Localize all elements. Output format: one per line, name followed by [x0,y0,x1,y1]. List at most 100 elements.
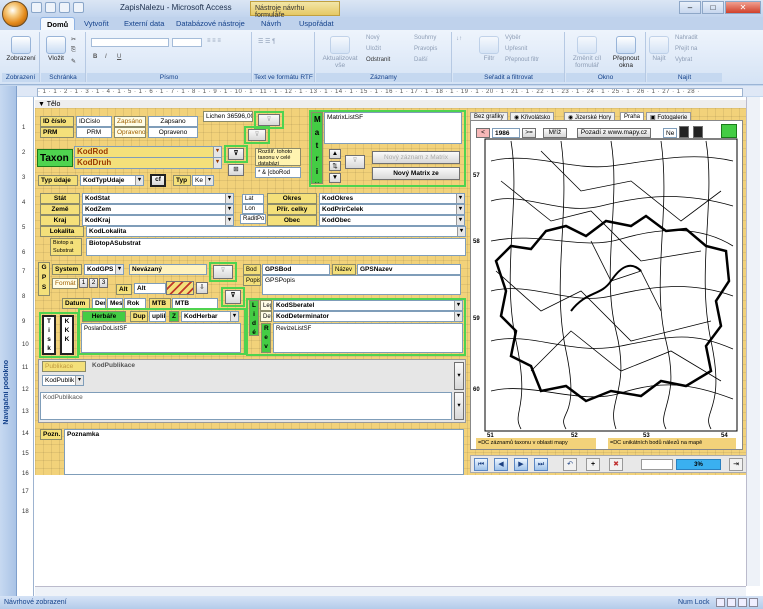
lon-field[interactable]: Lon [242,204,264,214]
bold-icon[interactable]: B [93,54,97,60]
matrix-sort-button[interactable]: ⇅ [329,161,341,171]
switch-windows-button[interactable]: Přepnout okna [608,36,644,69]
record-search-field[interactable] [641,459,673,470]
more-button[interactable]: Další [414,57,428,63]
maximize-button[interactable]: □ [702,1,724,14]
tab-arrange[interactable]: Uspořádat [293,17,340,31]
leg-field[interactable]: KodSberatel ▾ [273,300,463,311]
gps-filter-button[interactable]: ⊽ [213,265,233,279]
customize-qat-icon[interactable] [73,2,84,13]
dup-field[interactable]: uplik [149,311,166,322]
view-button[interactable]: Zobrazení [6,36,36,62]
nevazany-field[interactable]: Nevázaný [129,264,207,275]
goto-button[interactable]: Přejít na [675,46,697,52]
herbar-field[interactable]: KodHerbar ▾ [181,311,239,322]
bod-field[interactable]: GPSBod [262,264,330,275]
year-field[interactable]: 1986 [492,128,520,138]
advanced-filter-button[interactable]: Upřesnit [505,46,527,52]
tab-create[interactable]: Vytvořit [78,17,115,31]
copy-icon[interactable]: ⎘ [71,47,76,54]
kraj-field[interactable]: KodKraj ▾ [82,215,234,226]
kodpublikace3-field[interactable]: KodPublikace [40,392,452,420]
view-switcher[interactable] [716,598,758,607]
tab-external-data[interactable]: Externí data [118,17,170,31]
filter-icon-button[interactable]: ⊽ [258,114,280,126]
cut-icon[interactable]: ✂ [71,36,76,43]
first-record-button[interactable]: ⏮ [474,458,488,471]
pozn-field[interactable]: Poznamka [64,429,464,475]
matrix-up-button[interactable]: ▲ [329,149,341,159]
taxon-calc-button[interactable]: ⊞ [228,164,244,176]
tab-home[interactable]: Domů [40,17,76,31]
typ-udaje-field[interactable]: KodTypUdaje ▾ [80,175,144,186]
format-1-button[interactable]: 1 [79,278,88,288]
save-icon[interactable] [31,2,42,13]
find-button[interactable]: Najít [649,36,669,62]
selection-button[interactable]: Výběr [505,35,521,41]
koddruh-field[interactable]: KodDruh ▾ [74,157,222,169]
radit-field[interactable]: RaditPo [240,214,266,224]
spelling-button[interactable]: Pravopis [414,46,437,52]
underline-icon[interactable]: U [117,54,121,60]
paste-button[interactable]: Vložit [44,36,68,62]
zeme-field[interactable]: KodZem ▾ [82,204,234,215]
cborod-field[interactable]: * & [cboRod [255,167,301,178]
undo-icon[interactable] [45,2,56,13]
minimize-button[interactable]: – [679,1,701,14]
format-2-button[interactable]: 2 [89,278,98,288]
new-matrix-ze-button[interactable]: Nový Matrix ze [372,167,460,180]
kkk-button[interactable]: K K K [60,315,74,355]
font-name-select[interactable] [91,38,169,47]
sort-icons[interactable]: ↓↑ [456,36,462,42]
new-record-button[interactable]: Nový [366,35,380,41]
kodpublikace2-field[interactable]: KodPublik ▾ [42,375,84,386]
next-record-button[interactable]: ▶ [514,458,528,471]
cf-button[interactable]: cf [150,174,166,187]
select-button[interactable]: Vybrat [675,57,692,63]
ke-field[interactable]: Ke ▾ [192,175,214,186]
format-3-button[interactable]: 3 [99,278,108,288]
toggle-filter-button[interactable]: Přepnout filtr [505,57,539,63]
id-field[interactable]: IDCislo [76,116,112,127]
ne-field[interactable]: Ne [663,128,677,138]
map-dark-button-2[interactable] [693,126,703,138]
map-filter-button[interactable] [721,124,737,138]
new-record-matrix-button[interactable]: Nový záznam z Matrix [372,151,460,164]
fit-form-button[interactable]: Změnit cíl formulář [568,36,606,69]
map-dark-button-1[interactable] [679,126,689,138]
navigation-pane[interactable] [0,86,17,596]
delete-record-button[interactable]: Odstranit [366,57,390,63]
pozadi-button[interactable]: Pozadí z www.mapy.cz [577,128,651,138]
save-record-button[interactable]: Uložit [366,46,381,52]
det-field[interactable]: KodDeterminator ▾ [273,311,463,322]
filter-button[interactable]: Filtr [477,36,501,62]
biotop-field[interactable]: BiotopASubstrat [86,238,466,256]
totals-button[interactable]: Souhrny [414,35,436,41]
poslano-subform[interactable]: PoslanDoListSF [81,323,241,353]
refresh-all-button[interactable]: Aktualizovat vše [318,36,362,69]
align-icons[interactable]: ≡ ≡ ≡ [207,38,221,44]
stat-field[interactable]: KodStat ▾ [82,193,234,204]
mriz-button[interactable]: Mříž [543,128,567,138]
tisk-button[interactable]: T i s k [42,315,56,355]
font-size-select[interactable] [172,38,202,47]
delete-record-nav-button[interactable]: ✖ [609,458,623,471]
system-field[interactable]: KodGPS ▾ [84,264,124,275]
tab-design[interactable]: Návrh [255,17,287,31]
publikace-scroll-2[interactable]: ▾ [454,392,464,420]
office-button[interactable] [2,1,28,27]
new-record-nav-button[interactable]: + [586,458,600,471]
prir-field[interactable]: KodPrirCelek ▾ [319,204,465,215]
alt-field[interactable]: Alt [134,283,166,294]
gps-arrow-button[interactable]: ⇩ [196,282,208,294]
tab-database-tools[interactable]: Databázové nástroje [170,17,251,31]
lat-field[interactable]: Lat [242,194,264,204]
prm-field[interactable]: PRM [76,127,112,138]
italic-icon[interactable]: I [105,54,107,60]
map-frame[interactable]: < 1986 >= Mříž Pozadí z www.mapy.cz Ne 5… [470,120,743,450]
popis-field[interactable]: GPSPopis [262,275,461,295]
revize-subform[interactable]: RevizeListSF [273,323,463,353]
publikace-scroll[interactable]: ▾ [454,362,464,390]
year-ge-button[interactable]: >= [522,128,536,138]
exit-button[interactable]: ⇥ [729,458,743,471]
